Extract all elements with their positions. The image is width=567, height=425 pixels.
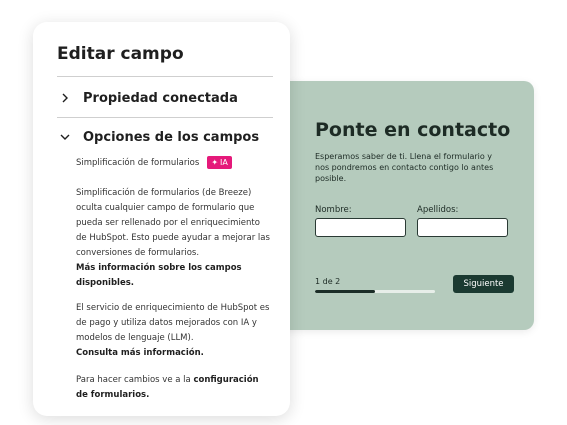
- settings-paragraph: Para hacer cambios ve a la configuración…: [76, 373, 271, 403]
- section-field-options[interactable]: Opciones de los campos: [57, 129, 259, 145]
- settings-text: Para hacer cambios ve a la: [76, 375, 191, 385]
- first-name-input[interactable]: [315, 218, 406, 237]
- last-name-input[interactable]: [417, 218, 508, 237]
- more-info-link[interactable]: Consulta más información.: [76, 348, 204, 358]
- panel-title: Editar campo: [57, 44, 184, 64]
- sparkle-icon: ✦: [211, 158, 219, 167]
- progress-fill: [315, 290, 375, 293]
- fields-info-link[interactable]: Más información sobre los campos disponi…: [76, 263, 242, 288]
- enrichment-text: El servicio de enriquecimiento de HubSpo…: [76, 303, 270, 343]
- next-button[interactable]: Siguiente: [453, 275, 514, 293]
- ai-badge: ✦ IA: [207, 156, 232, 169]
- form-simplification-row: Simplificación de formularios ✦ IA: [76, 156, 232, 169]
- form-preview-card: Ponte en contacto Esperamos saber de ti.…: [262, 81, 534, 330]
- ai-badge-text: IA: [220, 158, 228, 167]
- description-text: Simplificación de formularios (de Breeze…: [76, 188, 270, 258]
- step-indicator: 1 de 2: [315, 277, 341, 286]
- enrichment-paragraph: El servicio de enriquecimiento de HubSpo…: [76, 301, 271, 361]
- last-name-label: Apellidos:: [417, 205, 459, 215]
- progress-bar: [315, 290, 435, 293]
- edit-field-panel: Editar campo Propiedad conectada Opcione…: [33, 22, 290, 416]
- chevron-down-icon: [57, 129, 73, 145]
- divider: [57, 117, 273, 118]
- chevron-right-icon: [57, 90, 73, 106]
- section-label: Propiedad conectada: [83, 90, 238, 106]
- form-title: Ponte en contacto: [315, 119, 511, 141]
- section-label: Opciones de los campos: [83, 129, 260, 145]
- description-paragraph: Simplificación de formularios (de Breeze…: [76, 186, 271, 291]
- divider: [57, 76, 273, 77]
- form-description: Esperamos saber de ti. Llena el formular…: [315, 152, 494, 183]
- form-simplification-label: Simplificación de formularios: [76, 157, 200, 168]
- first-name-label: Nombre:: [315, 205, 352, 215]
- section-connected-property[interactable]: Propiedad conectada: [57, 90, 238, 106]
